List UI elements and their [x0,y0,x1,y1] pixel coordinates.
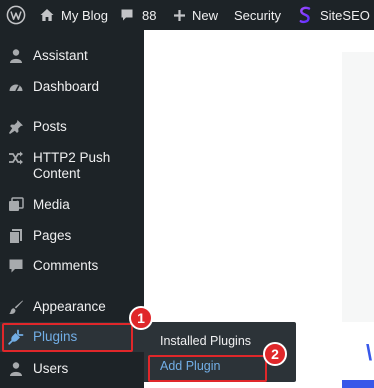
admin-bar: My Blog 88 New Security SiteSEO [0,0,374,30]
add-plugin-highlight-box [148,355,267,382]
media-icon [8,197,24,213]
dashboard-gauge-icon [8,79,24,95]
siteseo-logo-icon [299,6,311,24]
sidebar-item-posts[interactable]: Posts [0,117,144,137]
plugins-highlight-box [2,323,133,352]
shuffle-icon [8,150,24,166]
sidebar-item-assistant[interactable]: Assistant [0,46,144,66]
plus-icon [173,9,186,22]
home-icon [40,8,54,22]
wordpress-logo-menu[interactable] [6,0,26,30]
sidebar-item-label: Posts [33,119,67,134]
step-2-badge: 2 [263,342,287,366]
sidebar-item-label: Assistant [33,48,88,63]
sidebar-item-label-line2: Content [33,166,81,181]
sidebar-item-media[interactable]: Media [0,195,144,215]
siteseo-label: SiteSEO [320,7,370,23]
security-label: Security [234,7,281,23]
sidebar-item-label: Pages [33,228,72,243]
new-content-link[interactable]: New [173,0,218,30]
wordpress-logo-icon [6,5,26,25]
sidebar-item-label: Users [33,361,69,376]
content-accent-bar [342,380,374,388]
submenu-installed-plugins[interactable]: Installed Plugins [160,334,251,348]
sidebar-item-dashboard[interactable]: Dashboard [0,77,144,97]
new-content-label: New [192,7,219,23]
comment-bubble-icon [120,8,134,22]
user-icon [8,361,24,377]
sidebar-item-label: HTTP2 Push [33,150,111,165]
sidebar-item-pages[interactable]: Pages [0,226,144,246]
paintbrush-icon [8,299,24,315]
comments-link[interactable]: 88 [120,0,156,30]
sidebar-item-users[interactable]: Users [0,359,144,379]
comments-count: 88 [142,7,157,23]
sidebar-item-http2-push-content[interactable]: HTTP2 Push Content [0,148,144,184]
security-link[interactable]: Security [234,0,281,30]
siteseo-link[interactable]: SiteSEO [299,0,370,30]
sidebar-item-label: Dashboard [33,79,100,94]
site-name-label: My Blog [61,7,108,23]
speech-bubble-icon [8,258,24,274]
sidebar-item-label: Comments [33,258,99,273]
pages-icon [8,228,24,244]
content-decoration: \ [366,340,373,365]
content-panel [342,52,374,322]
sidebar-item-comments[interactable]: Comments [0,256,144,276]
step-1-badge: 1 [129,306,153,330]
site-name-link[interactable]: My Blog [40,0,108,30]
pushpin-icon [8,119,24,135]
person-icon [8,48,24,64]
sidebar-item-label: Appearance [33,299,106,314]
sidebar-item-label: Media [33,197,70,212]
sidebar-item-appearance[interactable]: Appearance [0,297,144,317]
